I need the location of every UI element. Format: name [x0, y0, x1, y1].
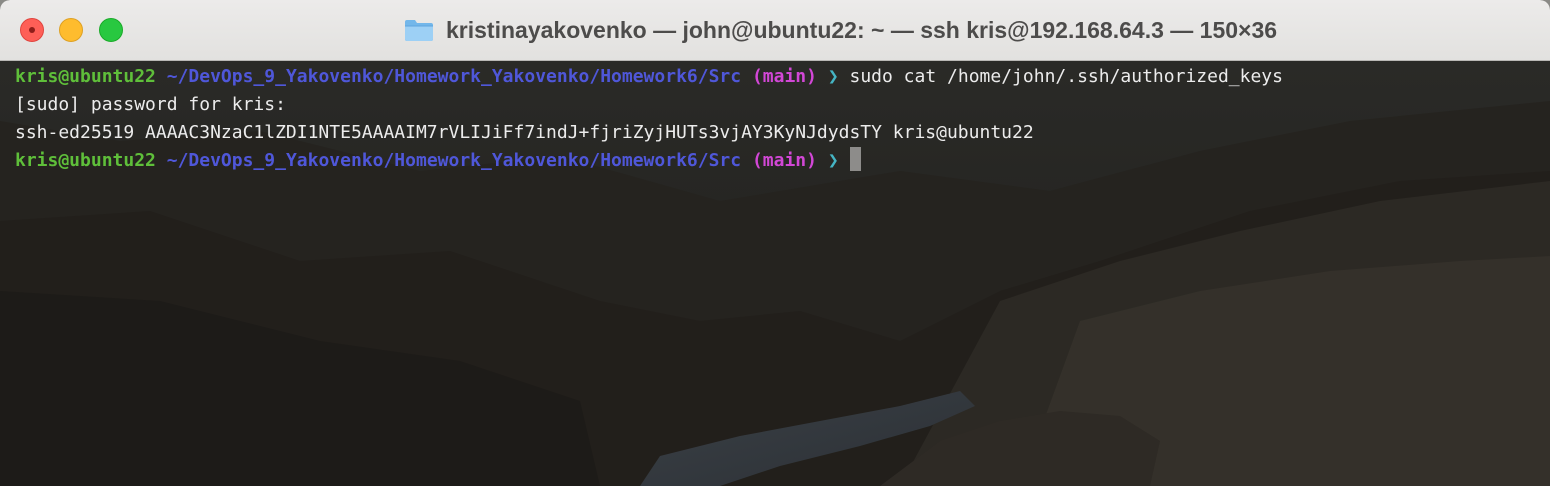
minimize-button[interactable] — [59, 18, 83, 42]
window-title: kristinayakovenko — john@ubuntu22: ~ — s… — [446, 16, 1278, 43]
prompt-user: kris@ubuntu22 — [15, 66, 156, 87]
output-text: [sudo] password for kris: — [15, 94, 286, 115]
text-cursor[interactable] — [849, 147, 861, 171]
prompt-user: kris@ubuntu22 — [15, 150, 156, 171]
folder-icon — [405, 20, 433, 41]
window-title-group: kristinayakovenko — john@ubuntu22: ~ — s… — [404, 14, 1277, 46]
prompt-arrow-icon: ❯ — [827, 66, 839, 87]
terminal-content[interactable]: kris@ubuntu22 ~/DevOps_9_Yakovenko/Homew… — [0, 61, 1550, 486]
prompt-command: sudo cat /home/john/.ssh/authorized_keys — [849, 66, 1283, 87]
output-line: ssh-ed25519 AAAAC3NzaC1lZDI1NTE5AAAAIM7r… — [0, 119, 1550, 147]
close-button[interactable] — [20, 18, 44, 42]
prompt-arrow-icon: ❯ — [827, 150, 839, 171]
prompt-branch: (main) — [751, 150, 817, 171]
terminal-window: kristinayakovenko — john@ubuntu22: ~ — s… — [0, 0, 1550, 486]
prompt-path: ~/DevOps_9_Yakovenko/Homework_Yakovenko/… — [166, 150, 742, 171]
prompt-branch: (main) — [751, 66, 817, 87]
output-line: [sudo] password for kris: — [0, 91, 1550, 119]
prompt-line: kris@ubuntu22 ~/DevOps_9_Yakovenko/Homew… — [0, 63, 1550, 91]
zoom-button[interactable] — [99, 18, 123, 42]
title-bar[interactable]: kristinayakovenko — john@ubuntu22: ~ — s… — [0, 0, 1550, 61]
prompt-path: ~/DevOps_9_Yakovenko/Homework_Yakovenko/… — [166, 66, 742, 87]
output-text: ssh-ed25519 AAAAC3NzaC1lZDI1NTE5AAAAIM7r… — [15, 122, 1034, 143]
terminal-output: kris@ubuntu22 ~/DevOps_9_Yakovenko/Homew… — [0, 63, 1550, 175]
prompt-line: kris@ubuntu22 ~/DevOps_9_Yakovenko/Homew… — [0, 147, 1550, 175]
